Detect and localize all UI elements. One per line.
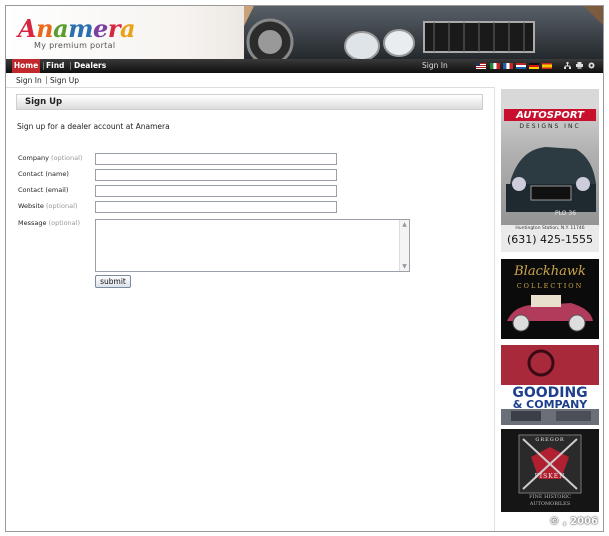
message-scrollbar[interactable]: ▲ ▼ (399, 220, 409, 271)
company-label: Company (optional) (18, 154, 83, 162)
nav-signin[interactable]: Sign In (422, 59, 448, 73)
anamera-logo[interactable]: Anamera (18, 14, 136, 43)
nav-dealers[interactable]: Dealers (74, 59, 106, 73)
fisken-line3: FINE HISTORIC (529, 494, 571, 500)
fisken-line2: FISKEN (534, 473, 566, 480)
message-textarea[interactable]: ▲ ▼ (95, 219, 410, 272)
blackhawk-ad[interactable]: Blackhawk COLLECTION (501, 259, 599, 339)
subnav-divider (46, 76, 47, 84)
autosport-location: Huntington Station, N.Y. 11746 (515, 226, 585, 231)
autosport-plate: PLO 36 (555, 210, 577, 217)
sidebar-ads: AUTOSPORT DESIGNS INC PLO 36 Huntington … (494, 87, 603, 531)
fr-flag-icon[interactable] (503, 63, 513, 69)
page-title-bar: Sign Up (16, 94, 483, 110)
gooding-ad[interactable]: GOODING & COMPANY (501, 345, 599, 425)
us-flag-icon[interactable] (476, 63, 486, 69)
settings-icon[interactable] (588, 62, 595, 69)
tagline: My premium portal (34, 41, 116, 50)
contact-name-input[interactable] (95, 169, 337, 181)
subnav-signup[interactable]: Sign Up (50, 76, 79, 85)
fisken-line4: AUTOMOBILES (529, 501, 571, 507)
browser-page: Anamera My premium portal Home Find Deal… (5, 5, 604, 532)
main-nav: Home Find Dealers Sign In (6, 59, 603, 73)
autosport-name: AUTOSPORT (516, 110, 584, 121)
autosport-sub: DESIGNS INC (519, 123, 581, 130)
page-title: Sign Up (25, 97, 63, 107)
nav-divider (43, 62, 44, 70)
blackhawk-title: Blackhawk (514, 264, 586, 279)
nav-divider (70, 62, 71, 70)
contact-name-label: Contact (name) (18, 170, 69, 178)
contact-email-input[interactable] (95, 185, 337, 197)
blackhawk-sub: COLLECTION (516, 282, 584, 290)
subnav-signin[interactable]: Sign In (16, 76, 42, 85)
scroll-up-icon[interactable]: ▲ (401, 221, 408, 228)
contact-email-label: Contact (email) (18, 186, 69, 194)
header-car-image (244, 6, 603, 59)
it-flag-icon[interactable] (490, 63, 500, 69)
site-header: Anamera My premium portal (6, 6, 603, 59)
fisken-ad[interactable]: GREGOR FISKEN FINE HISTORIC AUTOMOBILES (501, 429, 599, 512)
scroll-down-icon[interactable]: ▼ (401, 263, 408, 270)
nav-home[interactable]: Home (12, 59, 40, 73)
print-icon[interactable] (576, 62, 583, 69)
company-input[interactable] (95, 153, 337, 165)
website-label: Website (optional) (18, 202, 78, 210)
intro-text: Sign up for a dealer account at Anamera (17, 122, 170, 131)
de-flag-icon[interactable] (529, 63, 539, 69)
nav-find[interactable]: Find (46, 59, 64, 73)
sub-nav: Sign In Sign Up (6, 73, 603, 88)
copyright-watermark: © , 2006 (549, 516, 598, 527)
autosport-ad[interactable]: AUTOSPORT DESIGNS INC PLO 36 Huntington … (501, 89, 599, 252)
website-input[interactable] (95, 201, 337, 213)
autosport-phone: (631) 425-1555 (506, 233, 594, 246)
message-label: Message (optional) (18, 219, 80, 227)
gooding-sub: & COMPANY (512, 398, 588, 411)
es-flag-icon[interactable] (542, 63, 552, 69)
fisken-line1: GREGOR (535, 437, 565, 443)
submit-button[interactable]: submit (95, 275, 131, 288)
nl-flag-icon[interactable] (516, 63, 526, 69)
sitemap-icon[interactable] (564, 62, 571, 69)
